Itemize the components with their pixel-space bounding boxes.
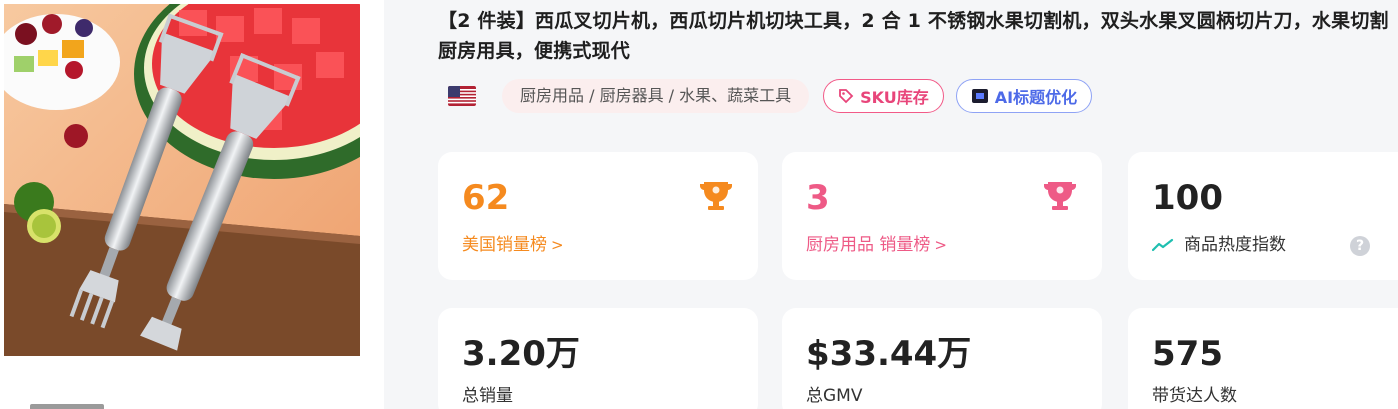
trend-up-icon bbox=[1152, 238, 1174, 252]
ai-icon bbox=[971, 88, 989, 104]
heat-index-label: 商品热度指数 bbox=[1184, 235, 1286, 255]
sku-inventory-button[interactable]: SKU库存 bbox=[823, 79, 944, 113]
us-sales-rank-card[interactable]: 62 美国销量榜 > bbox=[438, 152, 758, 280]
heat-index-label-row: 商品热度指数 bbox=[1152, 231, 1286, 259]
creators-label: 带货达人数 bbox=[1152, 386, 1237, 406]
us-sales-rank-label: 美国销量榜 bbox=[462, 235, 547, 255]
creators-card: 575 带货达人数 bbox=[1128, 308, 1398, 409]
help-icon[interactable]: ? bbox=[1350, 236, 1370, 256]
category-sales-rank-label: 厨房用品 销量榜 bbox=[806, 235, 931, 255]
creators-value: 575 bbox=[1152, 334, 1223, 374]
category-sales-rank-value: 3 bbox=[806, 178, 830, 218]
category-breadcrumb[interactable]: 厨房用品 / 厨房器具 / 水果、蔬菜工具 bbox=[502, 79, 810, 113]
product-meta-row: 厨房用品 / 厨房器具 / 水果、蔬菜工具 SKU库存 AI标题优化 bbox=[448, 79, 1104, 113]
ai-title-optimize-button[interactable]: AI标题优化 bbox=[955, 79, 1093, 113]
chevron-right-icon: > bbox=[551, 236, 564, 254]
total-gmv-label: 总GMV bbox=[806, 386, 863, 406]
us-sales-rank-link[interactable]: 美国销量榜 > bbox=[462, 231, 564, 259]
total-gmv-card: $33.44万 总GMV bbox=[782, 308, 1102, 409]
product-image[interactable] bbox=[4, 4, 360, 356]
tag-icon bbox=[838, 88, 854, 104]
heat-index-card: 100 商品热度指数 ? bbox=[1128, 152, 1398, 280]
total-gmv-value: $33.44万 bbox=[806, 334, 972, 374]
total-sales-value: 3.20万 bbox=[462, 334, 580, 374]
us-sales-rank-value: 62 bbox=[462, 178, 510, 218]
thumbnail-strip[interactable] bbox=[30, 404, 104, 409]
total-sales-card: 3.20万 总销量 bbox=[438, 308, 758, 409]
category-sales-rank-card[interactable]: 3 厨房用品 销量榜 > bbox=[782, 152, 1102, 280]
heat-index-value: 100 bbox=[1152, 178, 1223, 218]
category-sales-rank-link[interactable]: 厨房用品 销量榜 > bbox=[806, 231, 947, 259]
trophy-icon bbox=[698, 178, 734, 216]
flag-us-icon bbox=[448, 86, 476, 106]
sku-inventory-label: SKU库存 bbox=[860, 88, 929, 107]
trophy-icon bbox=[1042, 178, 1078, 216]
chevron-right-icon: > bbox=[934, 236, 947, 254]
ai-title-optimize-label: AI标题优化 bbox=[994, 88, 1078, 107]
total-sales-label: 总销量 bbox=[462, 386, 513, 406]
product-title: 【2 件装】西瓜叉切片机，西瓜切片机切块工具，2 合 1 不锈钢水果切割机，双头… bbox=[438, 10, 1389, 62]
